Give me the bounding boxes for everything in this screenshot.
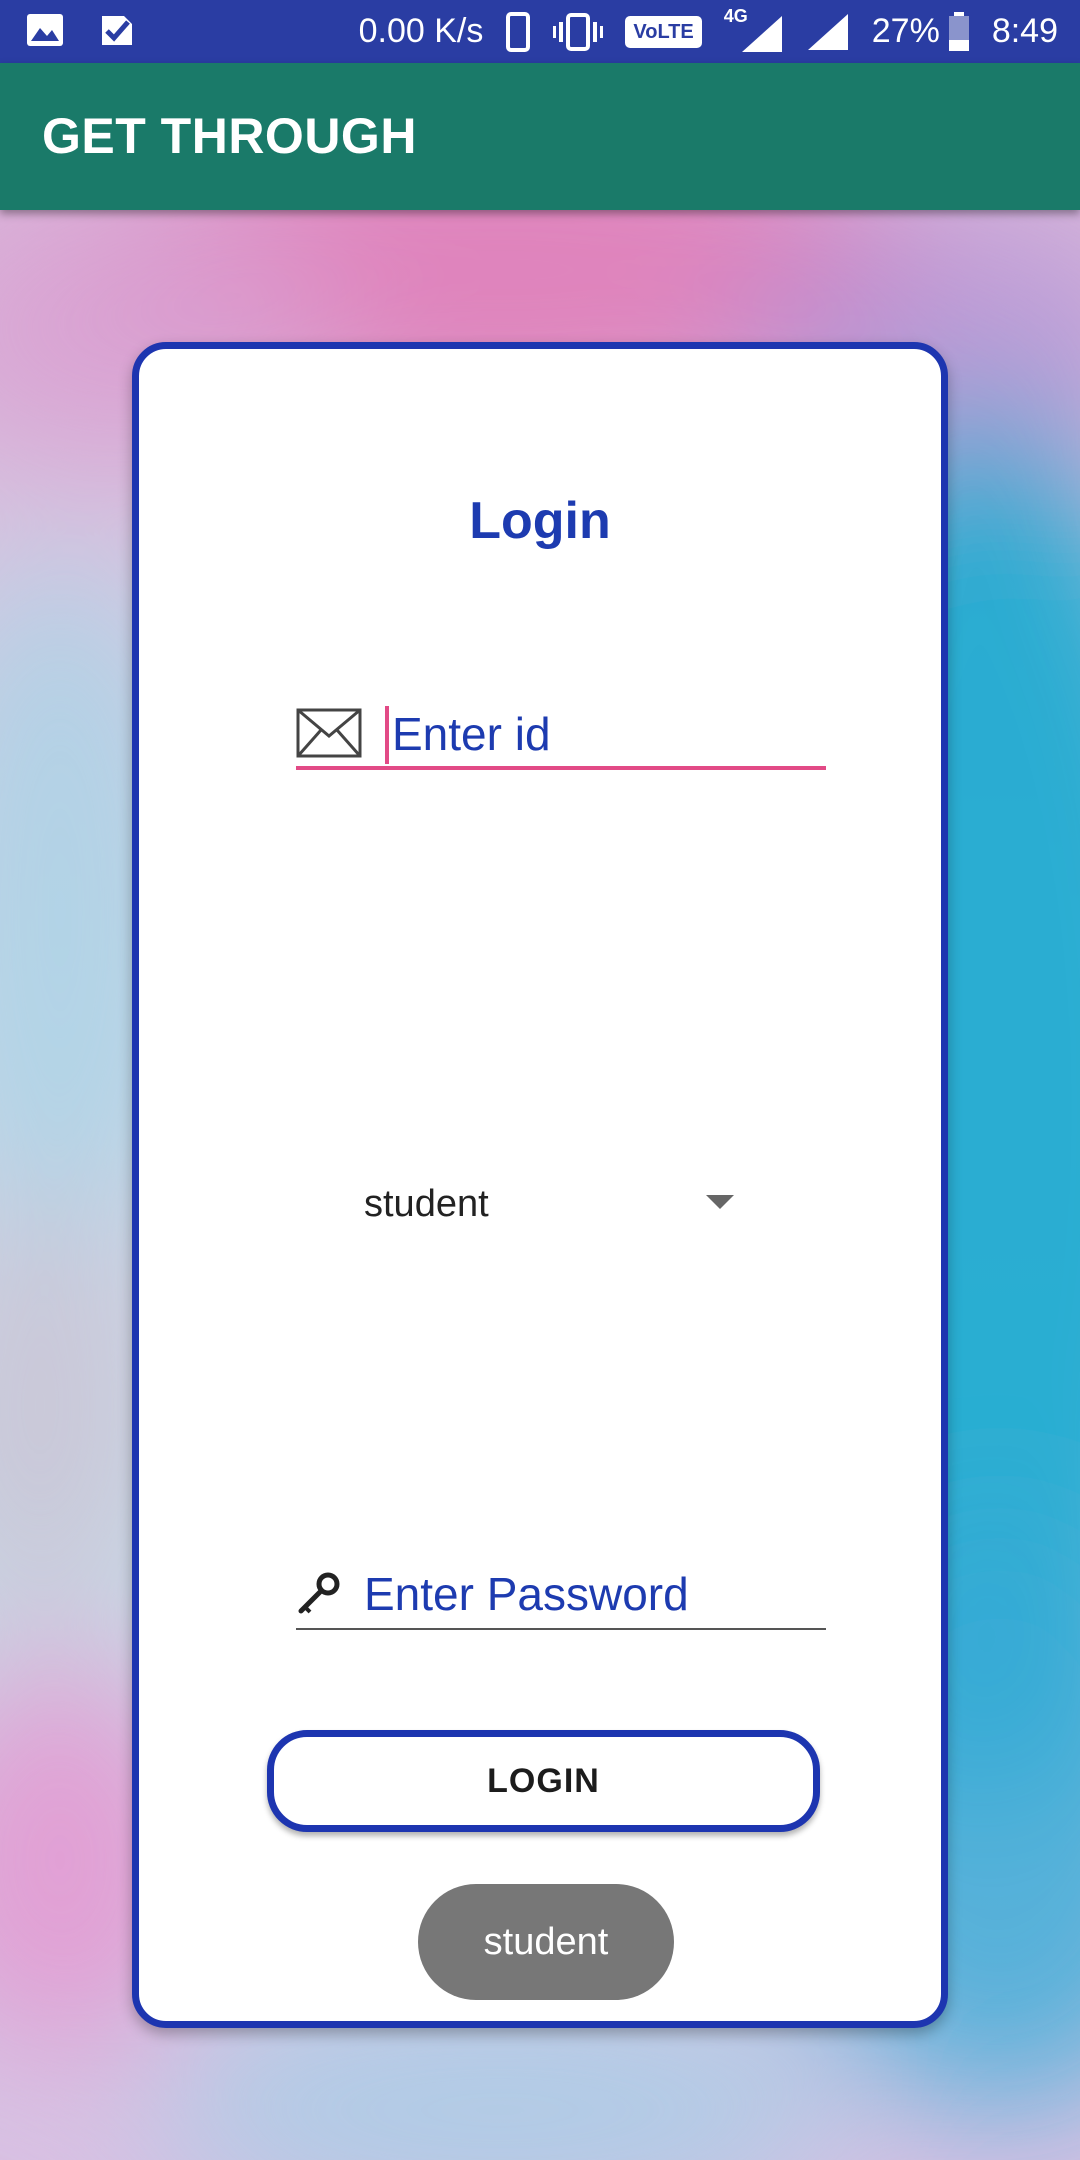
battery-percent: 27% (871, 12, 940, 50)
gallery-icon (27, 14, 63, 46)
signal-icon (807, 13, 848, 50)
status-right: 0.00 K/s VoLTE 4G 27% 8:49 (359, 0, 1058, 63)
key-icon (298, 1572, 340, 1614)
app-bar: GET THROUGH (0, 63, 1080, 210)
password-input[interactable] (364, 1564, 814, 1624)
role-dropdown[interactable]: student (364, 1169, 734, 1239)
role-dropdown-value: student (364, 1183, 489, 1225)
battery-icon (948, 11, 969, 51)
status-bar: 0.00 K/s VoLTE 4G 27% 8:49 (0, 0, 1080, 63)
phone-icon (506, 11, 531, 52)
net-speed: 0.00 K/s (358, 12, 484, 50)
login-title: Login (469, 492, 611, 550)
check-icon (101, 16, 132, 45)
volte-icon: VoLTE (625, 15, 702, 48)
app-title: GET THROUGH (42, 108, 417, 164)
id-underline (296, 766, 826, 770)
login-card: Login student LOGIN student (132, 342, 948, 2028)
password-underline (296, 1628, 826, 1630)
dropdown-arrow-icon (706, 1195, 734, 1209)
signal-icon (741, 15, 782, 52)
login-button[interactable]: LOGIN (267, 1730, 820, 1832)
clock: 8:49 (991, 12, 1058, 50)
mail-icon (296, 708, 362, 758)
vibrate-icon (553, 12, 604, 51)
text-cursor (385, 706, 389, 764)
signal-4g: 4G (724, 6, 784, 54)
password-field[interactable] (296, 1564, 826, 1630)
id-field[interactable] (296, 704, 826, 770)
id-input[interactable] (392, 704, 812, 764)
toast-message: student (418, 1884, 674, 2000)
status-left (26, 12, 135, 52)
